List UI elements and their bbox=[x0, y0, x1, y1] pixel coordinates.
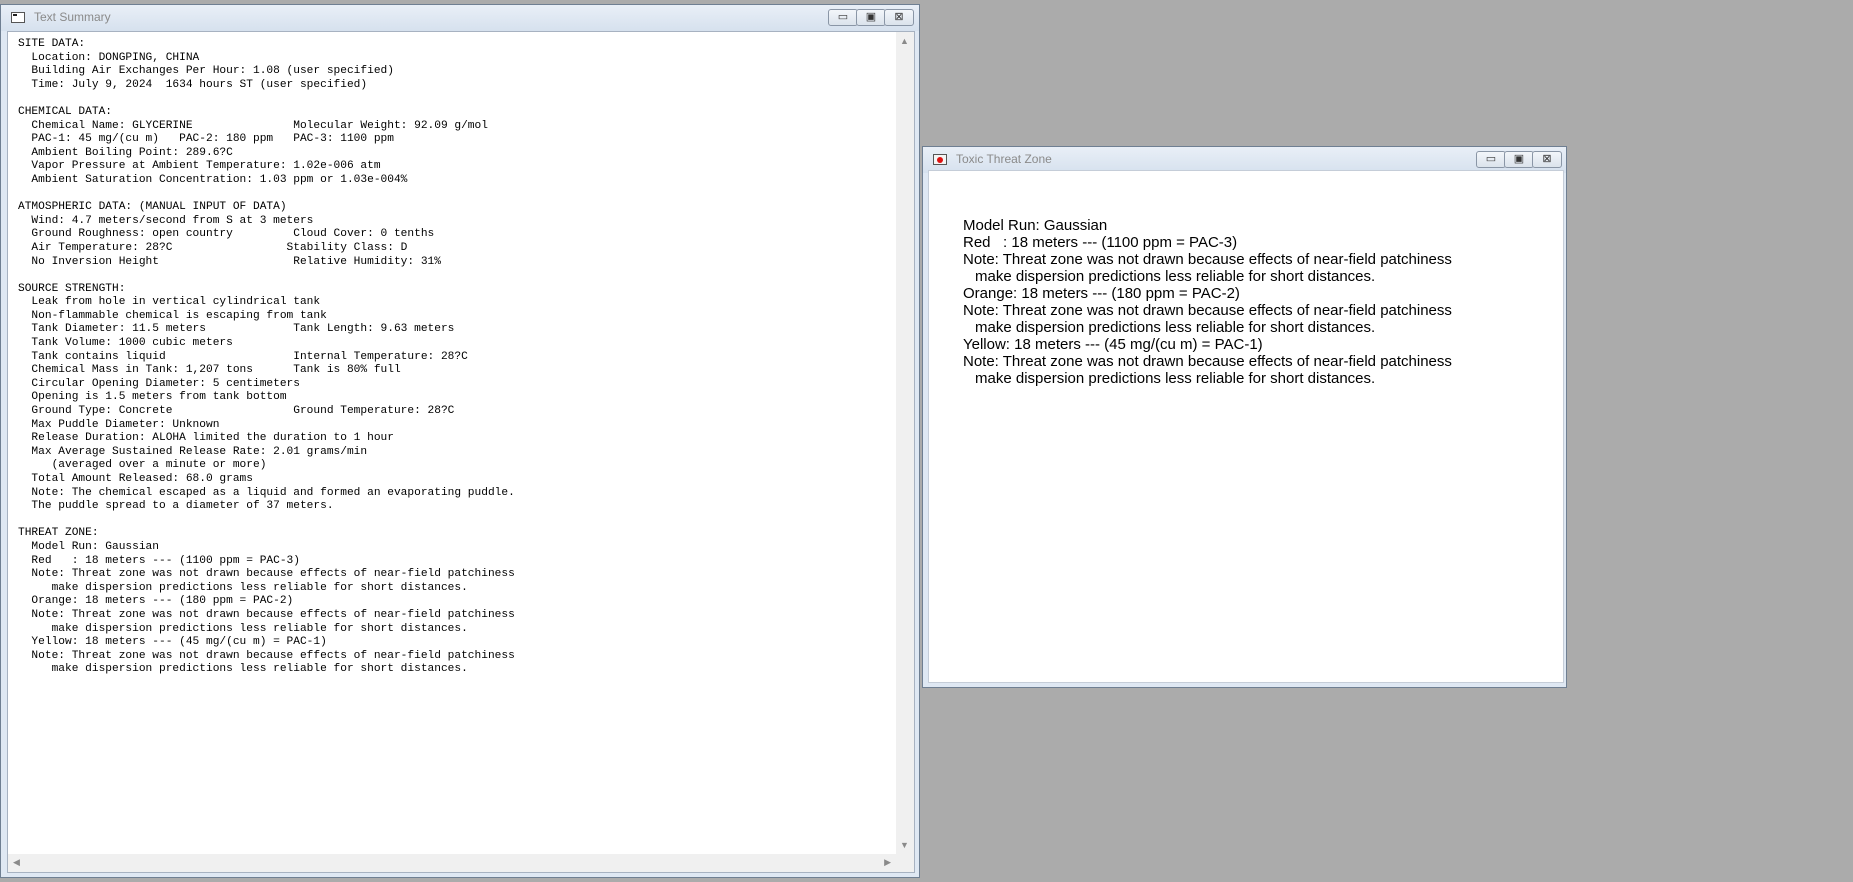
report-line: Time: July 9, 2024 1634 hours ST (user s… bbox=[18, 78, 368, 91]
threat-zone-content: Model Run: Gaussian Red : 18 meters --- … bbox=[928, 170, 1564, 683]
report-line bbox=[18, 269, 515, 283]
scroll-right-arrow-icon[interactable]: ▶ bbox=[884, 857, 891, 868]
text-summary-content: SITE DATA: Location: DONGPING, CHINA Bui… bbox=[7, 31, 915, 873]
report-line: Ground Roughness: open country Cloud Cov… bbox=[18, 228, 435, 241]
note-text: make dispersion predictions less reliabl… bbox=[975, 319, 1376, 336]
report-line: PAC-1: 45 mg/(cu m) PAC-2: 180 ppm PAC-3… bbox=[18, 133, 394, 146]
yellow-zone-text: Yellow: 18 meters --- (45 mg/(cu m) = PA… bbox=[963, 336, 1263, 353]
report-line: Ambient Boiling Point: 289.6?C bbox=[18, 146, 233, 159]
toxic-threat-zone-window[interactable]: Toxic Threat Zone ▭ ▣ ⊠ Model Run: Gauss… bbox=[922, 146, 1567, 688]
report-line: (averaged over a minute or more) bbox=[18, 459, 267, 472]
report-line: make dispersion predictions less reliabl… bbox=[18, 663, 468, 676]
summary-report-text: SITE DATA: Location: DONGPING, CHINA Bui… bbox=[18, 38, 515, 677]
report-line: ATMOSPHERIC DATA: (MANUAL INPUT OF DATA) bbox=[18, 201, 287, 214]
close-button[interactable]: ⊠ bbox=[1532, 151, 1562, 168]
report-line: The puddle spread to a diameter of 37 me… bbox=[18, 500, 334, 513]
maximize-button[interactable]: ▣ bbox=[856, 9, 886, 26]
report-line: Vapor Pressure at Ambient Temperature: 1… bbox=[18, 160, 381, 173]
note-text: make dispersion predictions less reliabl… bbox=[975, 268, 1376, 285]
report-line: THREAT ZONE: bbox=[18, 527, 99, 540]
report-line: Red : 18 meters --- (1100 ppm = PAC-3) bbox=[18, 554, 300, 567]
document-window-icon bbox=[11, 12, 25, 23]
report-line: Chemical Mass in Tank: 1,207 tons Tank i… bbox=[18, 364, 401, 377]
note-text: Note: Threat zone was not drawn because … bbox=[963, 251, 1452, 268]
report-line: Orange: 18 meters --- (180 ppm = PAC-2) bbox=[18, 595, 294, 608]
report-line: Opening is 1.5 meters from tank bottom bbox=[18, 391, 287, 404]
report-line: Max Average Sustained Release Rate: 2.01… bbox=[18, 445, 368, 458]
report-line: Note: The chemical escaped as a liquid a… bbox=[18, 486, 515, 499]
report-line: Tank Volume: 1000 cubic meters bbox=[18, 337, 233, 350]
window-title: Toxic Threat Zone bbox=[956, 152, 1052, 166]
report-line: make dispersion predictions less reliabl… bbox=[18, 581, 468, 594]
report-line bbox=[18, 514, 515, 528]
report-line: Tank Diameter: 11.5 meters Tank Length: … bbox=[18, 323, 455, 336]
report-line: Tank contains liquid Internal Temperatur… bbox=[18, 350, 468, 363]
report-line: Release Duration: ALOHA limited the dura… bbox=[18, 432, 394, 445]
text-summary-titlebar[interactable]: Text Summary ▭ ▣ ⊠ bbox=[1, 5, 919, 31]
report-line: Chemical Name: GLYCERINE Molecular Weigh… bbox=[18, 119, 488, 132]
close-button[interactable]: ⊠ bbox=[884, 9, 914, 26]
maximize-button[interactable]: ▣ bbox=[1504, 151, 1534, 168]
report-line: make dispersion predictions less reliabl… bbox=[18, 622, 468, 635]
scroll-left-arrow-icon[interactable]: ◀ bbox=[13, 857, 20, 868]
report-line: Wind: 4.7 meters/second from S at 3 mete… bbox=[18, 214, 314, 227]
report-line: Building Air Exchanges Per Hour: 1.08 (u… bbox=[18, 65, 394, 78]
report-line: Non-flammable chemical is escaping from … bbox=[18, 309, 327, 322]
horizontal-scrollbar[interactable]: ◀ ▶ bbox=[8, 854, 896, 872]
report-line: No Inversion Height Relative Humidity: 3… bbox=[18, 255, 441, 268]
report-line: Max Puddle Diameter: Unknown bbox=[18, 418, 220, 431]
report-line: CHEMICAL DATA: bbox=[18, 105, 112, 118]
scroll-down-arrow-icon[interactable]: ▼ bbox=[900, 840, 909, 850]
report-line bbox=[18, 188, 515, 202]
report-line: Ground Type: Concrete Ground Temperature… bbox=[18, 405, 455, 418]
report-line: Air Temperature: 28?C Stability Class: D bbox=[18, 241, 408, 254]
report-line: Note: Threat zone was not drawn because … bbox=[18, 608, 515, 621]
red-zone-text: Red : 18 meters --- (1100 ppm = PAC-3) bbox=[963, 234, 1238, 251]
report-line: Yellow: 18 meters --- (45 mg/(cu m) = PA… bbox=[18, 636, 327, 649]
note-text: Note: Threat zone was not drawn because … bbox=[963, 302, 1452, 319]
minimize-button[interactable]: ▭ bbox=[828, 9, 858, 26]
threat-zone-window-icon bbox=[933, 154, 947, 165]
model-run-text: Model Run: Gaussian bbox=[963, 217, 1108, 234]
window-title: Text Summary bbox=[34, 10, 111, 24]
report-line: Leak from hole in vertical cylindrical t… bbox=[18, 296, 321, 309]
text-summary-window[interactable]: Text Summary ▭ ▣ ⊠ SITE DATA: Location: … bbox=[0, 4, 920, 878]
note-text: make dispersion predictions less reliabl… bbox=[975, 370, 1376, 387]
minimize-button[interactable]: ▭ bbox=[1476, 151, 1506, 168]
scroll-up-arrow-icon[interactable]: ▲ bbox=[900, 36, 909, 46]
report-line: SITE DATA: bbox=[18, 38, 86, 50]
resize-grip[interactable] bbox=[896, 854, 914, 872]
report-line: Ambient Saturation Concentration: 1.03 p… bbox=[18, 173, 408, 186]
note-text: Note: Threat zone was not drawn because … bbox=[963, 353, 1452, 370]
report-line: Total Amount Released: 68.0 grams bbox=[18, 473, 253, 485]
orange-zone-text: Orange: 18 meters --- (180 ppm = PAC-2) bbox=[963, 285, 1240, 302]
report-line: Note: Threat zone was not drawn because … bbox=[18, 649, 515, 662]
report-line: SOURCE STRENGTH: bbox=[18, 282, 126, 295]
threat-zone-summary: Model Run: Gaussian Red : 18 meters --- … bbox=[963, 217, 1452, 387]
vertical-scrollbar[interactable]: ▲ ▼ bbox=[896, 32, 914, 854]
report-line: Circular Opening Diameter: 5 centimeters bbox=[18, 377, 300, 390]
report-line: Note: Threat zone was not drawn because … bbox=[18, 568, 515, 581]
report-line: Model Run: Gaussian bbox=[18, 540, 159, 553]
report-line: Location: DONGPING, CHINA bbox=[18, 51, 200, 64]
report-line bbox=[18, 92, 515, 106]
